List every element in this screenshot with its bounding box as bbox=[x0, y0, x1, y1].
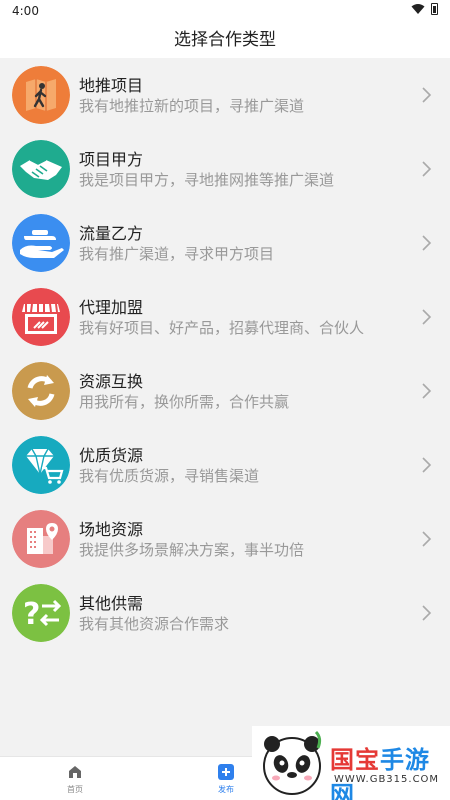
battery-icon bbox=[431, 3, 438, 15]
status-time: 4:00 bbox=[12, 4, 39, 18]
chevron-right-icon bbox=[422, 457, 432, 473]
item-title: 场地资源 bbox=[79, 520, 144, 539]
nav-home[interactable]: 首页 bbox=[55, 764, 95, 795]
item-description: 我有地推拉新的项目，寻推广渠道 bbox=[79, 97, 305, 115]
exchange-arrows-icon bbox=[12, 362, 70, 420]
list-item-agency-franchise[interactable]: 代理加盟 我有好项目、好产品，招募代理商、合伙人 bbox=[0, 280, 450, 354]
watermark: 国宝手游网 WWW.GB315.COM bbox=[252, 726, 450, 800]
item-title: 流量乙方 bbox=[79, 224, 144, 243]
item-description: 我有好项目、好产品，招募代理商、合伙人 bbox=[79, 319, 365, 337]
watermark-url: WWW.GB315.COM bbox=[334, 774, 440, 785]
nav-post[interactable]: 发布 bbox=[206, 764, 246, 795]
chevron-right-icon bbox=[422, 531, 432, 547]
item-description: 我是项目甲方，寻地推网推等推广渠道 bbox=[79, 171, 335, 189]
page-title: 选择合作类型 bbox=[0, 22, 450, 58]
item-title: 项目甲方 bbox=[79, 150, 144, 169]
list-item-resource-exchange[interactable]: 资源互换 用我所有，换你所需，合作共赢 bbox=[0, 354, 450, 428]
chevron-right-icon bbox=[422, 235, 432, 251]
list-item-traffic-party-b[interactable]: 流量乙方 我有推广渠道，寻求甲方项目 bbox=[0, 206, 450, 280]
handshake-icon bbox=[12, 140, 70, 198]
item-description: 我有优质货源，寻销售渠道 bbox=[79, 467, 260, 485]
chevron-right-icon bbox=[422, 161, 432, 177]
status-bar: 4:00 bbox=[0, 0, 450, 22]
storefront-icon bbox=[12, 288, 70, 346]
walking-person-icon bbox=[12, 66, 70, 124]
chevron-right-icon bbox=[422, 87, 432, 103]
watermark-brand: 国宝手游网 bbox=[330, 740, 450, 800]
home-icon bbox=[69, 766, 81, 778]
cooperation-type-list: 地推项目 我有地推拉新的项目，寻推广渠道 项目甲方 我是项目甲方，寻地推网推等推… bbox=[0, 58, 450, 650]
item-title: 代理加盟 bbox=[79, 298, 144, 317]
list-item-venue-resources[interactable]: 场地资源 我提供多场景解决方案，事半功倍 bbox=[0, 502, 450, 576]
item-description: 我有其他资源合作需求 bbox=[79, 615, 230, 633]
hand-platform-icon bbox=[12, 214, 70, 272]
building-map-icon bbox=[12, 510, 70, 568]
chevron-right-icon bbox=[422, 383, 432, 399]
list-item-ground-promotion[interactable]: 地推项目 我有地推拉新的项目，寻推广渠道 bbox=[0, 58, 450, 132]
status-icons bbox=[411, 3, 438, 15]
item-title: 地推项目 bbox=[79, 76, 144, 95]
item-title: 其他供需 bbox=[79, 594, 144, 613]
nav-post-label: 发布 bbox=[218, 785, 234, 794]
chevron-right-icon bbox=[422, 605, 432, 621]
item-description: 用我所有，换你所需，合作共赢 bbox=[79, 393, 290, 411]
diamond-cart-icon bbox=[12, 436, 70, 494]
item-description: 我有推广渠道，寻求甲方项目 bbox=[79, 245, 275, 263]
nav-home-label: 首页 bbox=[67, 785, 83, 794]
list-item-other-needs[interactable]: ? 其他供需 我有其他资源合作需求 bbox=[0, 576, 450, 650]
add-icon bbox=[218, 764, 234, 780]
question-exchange-icon: ? bbox=[12, 584, 70, 642]
list-item-quality-supply[interactable]: 优质货源 我有优质货源，寻销售渠道 bbox=[0, 428, 450, 502]
chevron-right-icon bbox=[422, 309, 432, 325]
watermark-brand-part1: 国宝 bbox=[330, 746, 380, 774]
item-title: 优质货源 bbox=[79, 446, 144, 465]
svg-text:?: ? bbox=[23, 597, 40, 632]
item-title: 资源互换 bbox=[79, 372, 144, 391]
wifi-icon bbox=[411, 4, 425, 14]
panda-logo-icon bbox=[263, 730, 322, 795]
list-item-project-party-a[interactable]: 项目甲方 我是项目甲方，寻地推网推等推广渠道 bbox=[0, 132, 450, 206]
item-description: 我提供多场景解决方案，事半功倍 bbox=[79, 541, 305, 559]
